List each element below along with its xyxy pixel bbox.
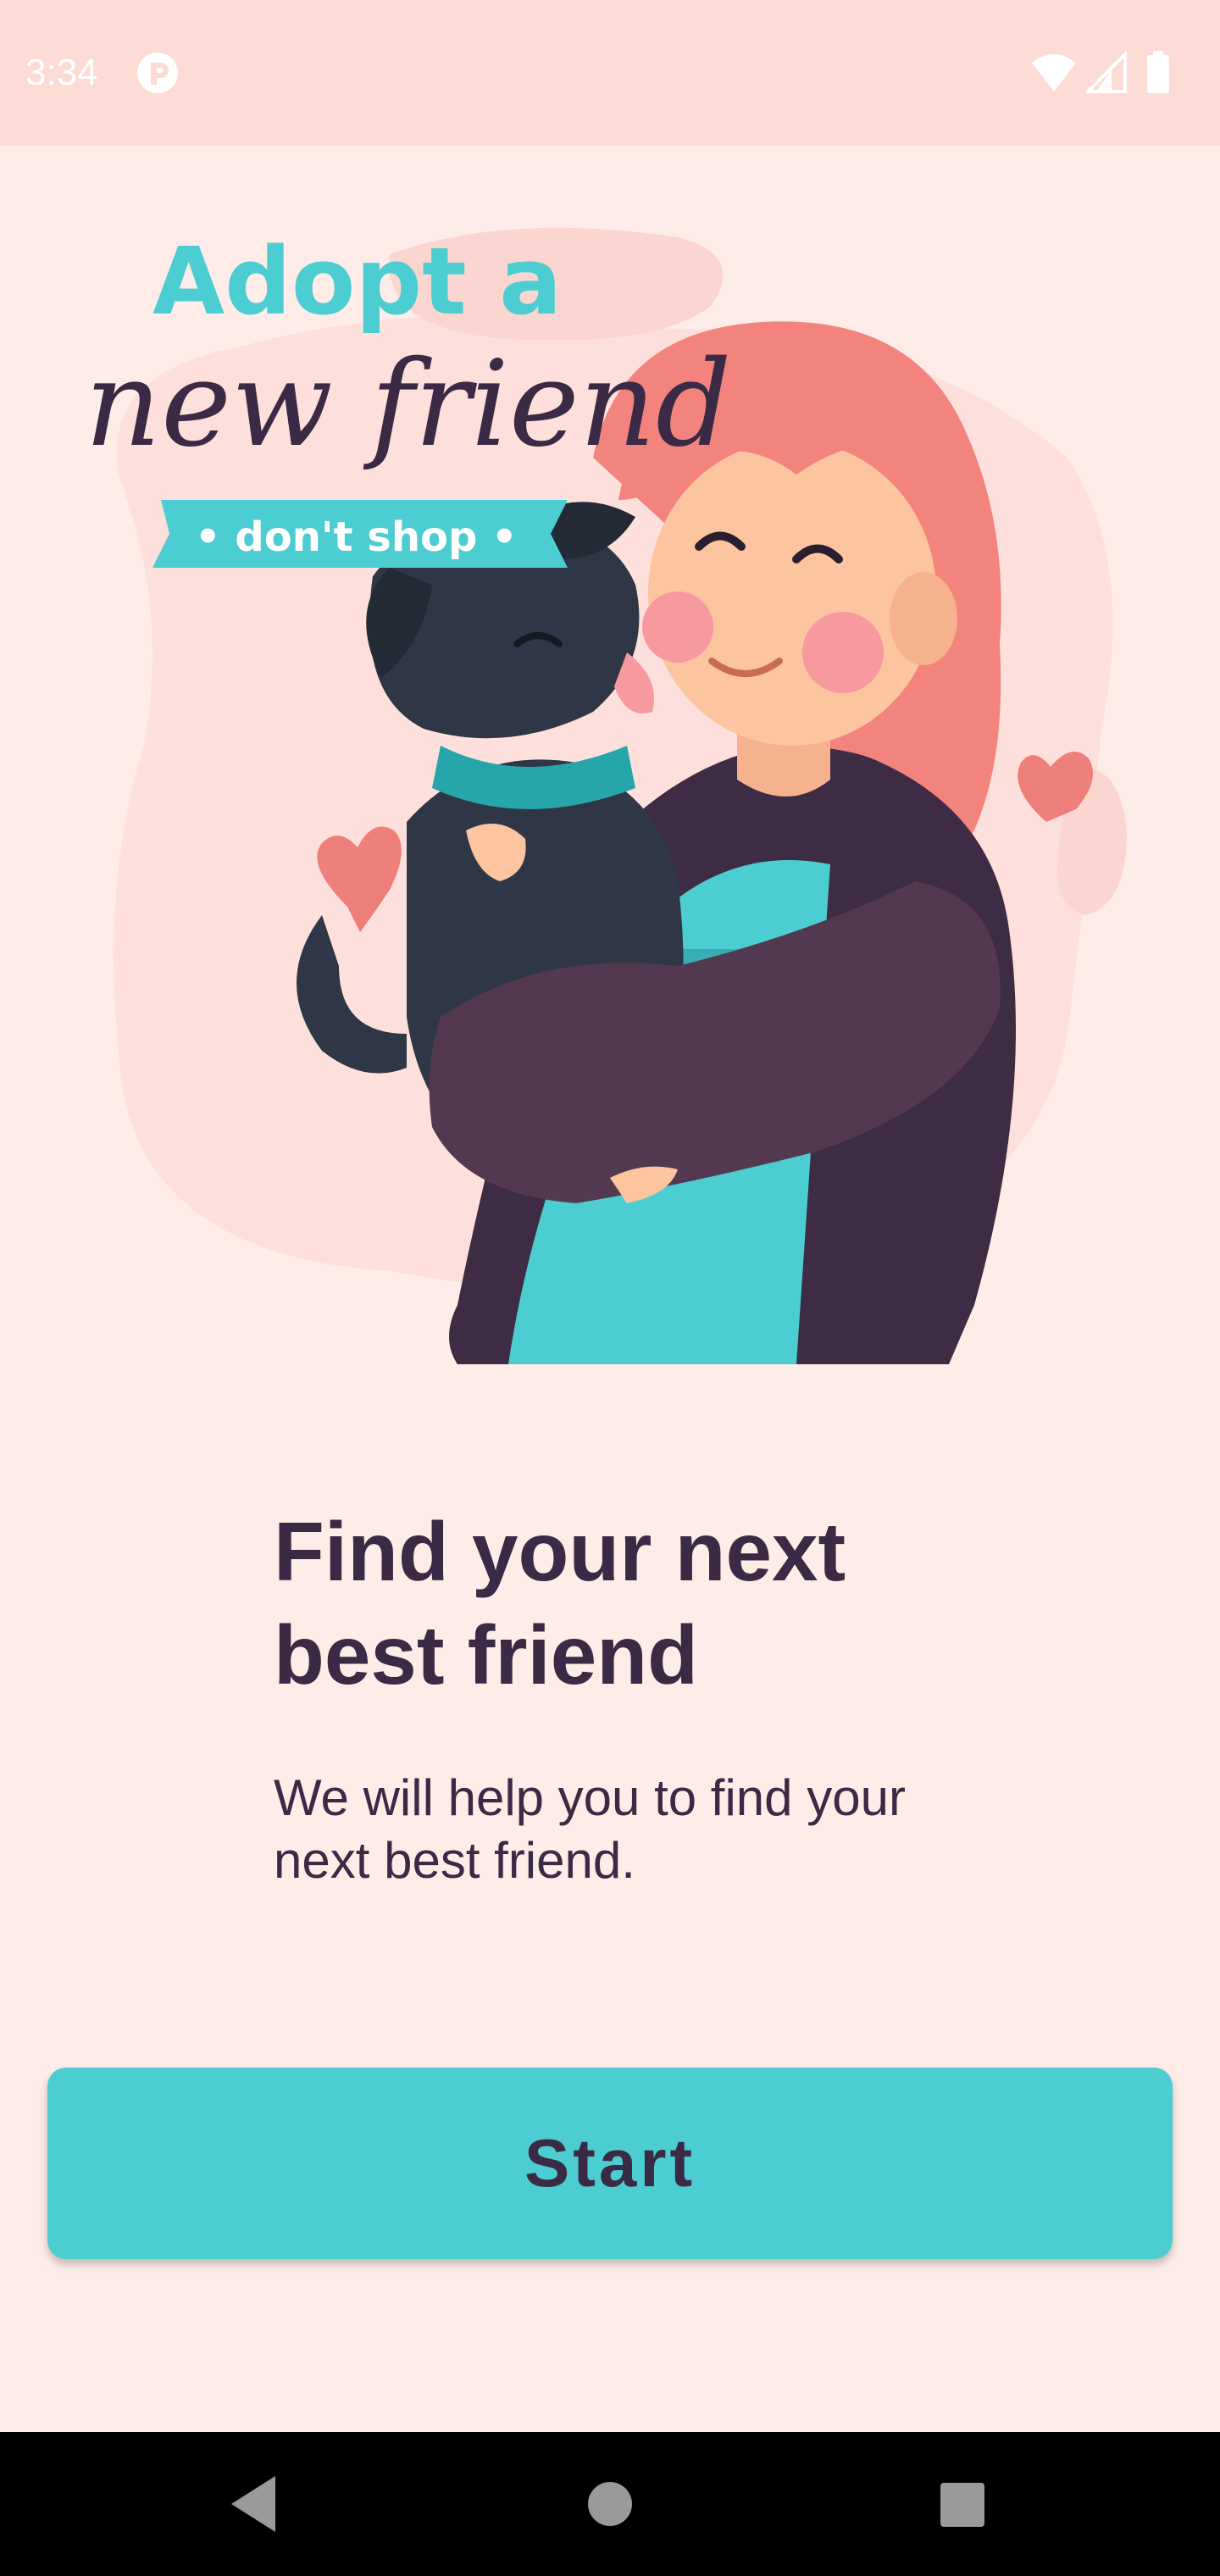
wifi-icon: [1032, 54, 1076, 92]
app-notification-icon: [137, 53, 178, 93]
system-nav-bar: [0, 2432, 1220, 2576]
hero-headline-script: new friend: [85, 336, 732, 474]
adopt-illustration: Adopt a new friend • don't shop •: [85, 227, 1127, 1364]
cheek-right: [802, 612, 884, 693]
cheek-left: [642, 591, 713, 663]
page-title: Find your next best friend: [274, 1500, 968, 1707]
status-icons: [1030, 51, 1200, 95]
start-button[interactable]: Start: [47, 2068, 1173, 2259]
battery-icon: [1147, 51, 1169, 93]
home-icon[interactable]: [572, 2466, 648, 2542]
hero-banner-text: • don't shop •: [195, 514, 518, 561]
recents-icon[interactable]: [923, 2466, 1000, 2542]
title-line-2: best friend: [274, 1608, 698, 1702]
face: [648, 441, 936, 746]
signal-icon: [1086, 51, 1127, 93]
ear: [890, 572, 957, 665]
hero-headline-top: Adopt a: [152, 227, 562, 336]
page-subtitle: We will help you to find your next best …: [274, 1769, 906, 1889]
onboarding-screen: 3:34 Adopt a new friend • don't shop • F…: [0, 0, 1220, 2576]
status-bar: 3:34: [0, 0, 1220, 146]
status-time: 3:34: [25, 52, 98, 93]
back-icon[interactable]: [216, 2466, 292, 2542]
title-line-1: Find your next: [274, 1505, 846, 1598]
